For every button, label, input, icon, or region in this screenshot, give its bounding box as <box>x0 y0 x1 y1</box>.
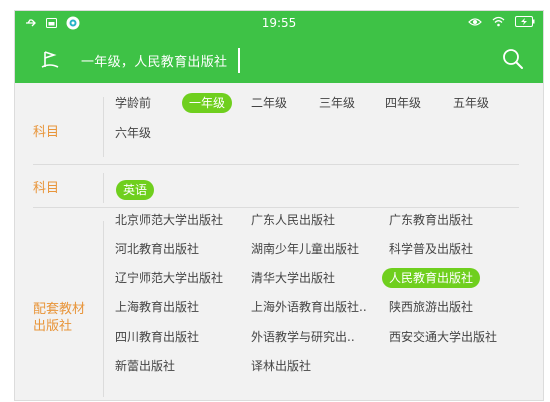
publisher-label: 配套教材 出版社 <box>33 301 103 335</box>
status-time: 19:55 <box>261 16 297 30</box>
publisher_row-option[interactable]: 外语教学与研究出.. <box>251 327 355 347</box>
search-icon[interactable] <box>501 47 525 71</box>
subject_row-option[interactable]: 一年级 <box>182 93 233 113</box>
wifi-icon <box>492 16 505 27</box>
text-cursor <box>238 48 240 73</box>
divider <box>103 173 104 203</box>
publisher_row-option[interactable]: 河北教育出版社 <box>115 239 199 259</box>
divider <box>33 164 519 165</box>
status-bar: 19:55 <box>15 11 543 37</box>
subject_row-option[interactable]: 二年级 <box>251 93 287 113</box>
divider <box>103 221 104 397</box>
publisher_row-option[interactable]: 四川教育出版社 <box>115 327 199 347</box>
publisher_row-option[interactable]: 新蕾出版社 <box>115 356 175 376</box>
publisher_row-option[interactable]: 上海教育出版社 <box>115 297 199 317</box>
flag-icon[interactable] <box>39 49 61 71</box>
publisher_row-option[interactable]: 译林出版社 <box>251 356 311 376</box>
publisher_row-option[interactable]: 人民教育出版社 <box>382 268 481 288</box>
filter-panel: 科目 学龄前 一年级 二年级 三年级 四年级 五年级 六年级 科目 英语 配套教材 出版社 … <box>15 83 543 400</box>
publisher_row-option[interactable]: 北京师范大学出版社 <box>115 210 223 230</box>
publisher_row-option[interactable]: 广东人民出版社 <box>251 210 335 230</box>
subject_row-option[interactable]: 四年级 <box>385 93 421 113</box>
publisher_row-option[interactable]: 湖南少年儿童出版社 <box>251 239 359 259</box>
app-header: 一年级，人民教育出版社 <box>15 37 543 83</box>
app-screen: 19:55 一年级，人民教育出版社 科目 学龄前 一年级 二年级 三年级 四年级 五年级六… <box>14 10 544 401</box>
subject_row-option[interactable]: 学龄前 <box>115 93 151 113</box>
eye-icon <box>468 17 482 27</box>
publisher_row-option[interactable]: 辽宁师范大学出版社 <box>115 268 223 288</box>
publisher_row-option[interactable]: 上海外语教育出版社.. <box>251 297 367 317</box>
course-label: 科目 <box>33 181 60 196</box>
header-title[interactable]: 一年级，人民教育出版社 <box>81 51 227 70</box>
publisher_row-option[interactable]: 清华大学出版社 <box>251 268 335 288</box>
divider <box>103 97 104 157</box>
publisher_row-option[interactable]: 科学普及出版社 <box>389 239 473 259</box>
subject_row-option[interactable]: 五年级 <box>453 93 489 113</box>
publisher-label-line2: 出版社 <box>33 319 73 334</box>
subject_row-option[interactable]: 三年级 <box>319 93 355 113</box>
publisher_row-option[interactable]: 西安交通大学出版社 <box>389 327 497 347</box>
divider <box>33 207 519 208</box>
battery-charging-icon <box>515 16 535 27</box>
publisher-label-line1: 配套教材 <box>33 302 86 317</box>
publisher_row-option[interactable]: 广东教育出版社 <box>389 210 473 230</box>
subject_row-option[interactable]: 六年级 <box>115 123 151 143</box>
course_row-option[interactable]: 英语 <box>116 180 155 200</box>
subject-label: 科目 <box>33 125 60 140</box>
publisher_row-option[interactable]: 陕西旅游出版社 <box>389 297 473 317</box>
